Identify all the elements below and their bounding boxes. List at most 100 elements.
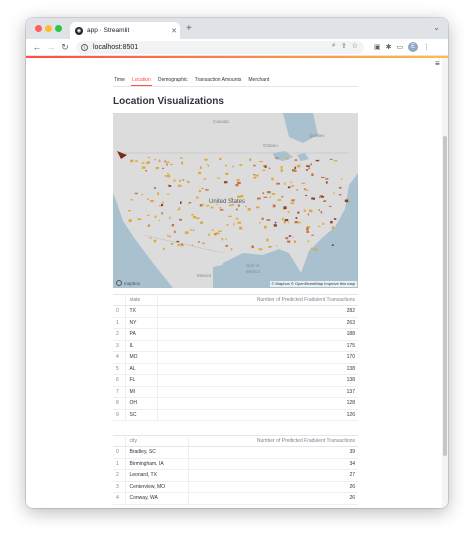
hotspot [198, 189, 201, 193]
table-header-row: state Number of Predicted Fradulent Tran… [113, 294, 358, 306]
hotspot [219, 206, 222, 209]
hotspot [253, 174, 255, 176]
map-attribution[interactable]: © Mapbox © OpenStreetMap Improve this ma… [269, 281, 357, 287]
hotspot [287, 186, 291, 189]
row-key: PA [125, 328, 158, 341]
browser-menu-icon[interactable]: ⋮ [423, 43, 430, 51]
browser-tab[interactable]: ◉ app · Streamlit ✕ [70, 22, 180, 39]
maximize-window-button[interactable] [55, 25, 62, 32]
hotspot [285, 237, 289, 240]
sidebar-panel-icon[interactable]: ▭ [397, 43, 404, 51]
index-header [113, 435, 126, 447]
hotspot [287, 240, 291, 243]
tab-transaction-amounts[interactable]: Transaction Amounts [194, 76, 243, 86]
hotspot [166, 161, 170, 163]
tab-search-chevron-icon[interactable]: ⌄ [433, 23, 440, 32]
hotspot [200, 221, 204, 224]
hotspot [266, 238, 269, 242]
row-index: 8 [113, 397, 126, 410]
count-column-header[interactable]: Number of Predicted Fradulent Transactio… [188, 435, 358, 447]
hotspot [292, 236, 294, 238]
row-key: MI [125, 386, 158, 398]
hotspot [297, 211, 300, 214]
hotspot [205, 205, 210, 207]
hotspot [135, 160, 138, 162]
hotspot [268, 167, 271, 170]
hotspot [333, 218, 337, 220]
hotspot [161, 203, 164, 207]
hotspot [147, 225, 149, 227]
hotspot [310, 163, 312, 166]
site-info-icon[interactable]: i [81, 44, 88, 51]
hotspot [266, 219, 271, 221]
address-bar[interactable]: i localhost:8501 ⌕ ⇪ ☆ [76, 41, 364, 54]
hotspot [154, 158, 156, 161]
tab-time[interactable]: Time [113, 76, 126, 86]
state-column-header[interactable]: state [125, 294, 158, 306]
fraud-location-map[interactable]: Canada Ontario Quebec United States Mexi… [113, 113, 358, 288]
hotspot [320, 211, 323, 214]
hotspot [215, 232, 219, 235]
hotspot [239, 226, 243, 230]
quebec-label: Quebec [309, 133, 325, 138]
hotspot [277, 199, 281, 201]
row-count: 126 [157, 409, 358, 421]
hotspot [306, 165, 310, 167]
row-key: FL [125, 374, 158, 387]
hotspot [166, 193, 170, 195]
profile-avatar[interactable]: E [408, 42, 419, 52]
back-button[interactable]: ← [31, 41, 43, 53]
city-column-header[interactable]: city [125, 435, 189, 447]
count-column-header[interactable]: Number of Predicted Fradulent Transactio… [157, 294, 358, 306]
browser-toolbar: ← → ↻ i localhost:8501 ⌕ ⇪ ☆ ▣ ✱ ▭ E ⋮ [26, 39, 448, 56]
url-text[interactable]: localhost:8501 [93, 44, 138, 51]
row-count: 282 [157, 305, 358, 318]
bookmark-star-icon[interactable]: ☆ [352, 42, 358, 50]
hotspot [307, 213, 310, 216]
close-window-button[interactable] [35, 25, 42, 32]
row-index: 0 [113, 305, 126, 318]
new-tab-button[interactable]: + [186, 23, 192, 35]
hotspot [261, 217, 264, 220]
hotspot [196, 217, 200, 219]
mapbox-logo[interactable]: mapbox [116, 280, 140, 286]
hotspot [190, 228, 192, 231]
row-count: 188 [157, 328, 358, 341]
row-key: SC [125, 409, 158, 421]
row-count: 263 [157, 317, 358, 329]
minimize-window-button[interactable] [45, 25, 52, 32]
ontario-label: Ontario [263, 143, 278, 148]
hotspot [271, 193, 275, 195]
hotspot [305, 169, 309, 171]
hotspot [207, 164, 210, 167]
hotspot [192, 229, 195, 231]
row-count: 137 [157, 386, 358, 398]
row-key: Leonard, TX [125, 469, 189, 482]
zoom-search-icon[interactable]: ⌕ [332, 42, 336, 50]
tab-location[interactable]: Location [130, 76, 152, 86]
hotspot [130, 159, 134, 163]
tab-close-icon[interactable]: ✕ [168, 27, 180, 35]
hotspot [128, 210, 131, 212]
hotspot [245, 205, 247, 208]
hotspot [180, 157, 183, 159]
tab-merchant[interactable]: Merchant [247, 76, 270, 86]
extensions-puzzle-icon[interactable]: ✱ [386, 43, 392, 51]
hotspot [184, 231, 189, 235]
hotspot [168, 185, 172, 187]
reload-button[interactable]: ↻ [59, 41, 71, 53]
table-row: 5 AL 138 [113, 363, 358, 375]
table-row: 8 OH 128 [113, 397, 358, 410]
hotspot [167, 172, 169, 174]
hotspot [179, 218, 182, 221]
forward-button[interactable]: → [45, 41, 57, 53]
scrollbar-thumb[interactable] [443, 136, 447, 456]
hotspot [201, 187, 204, 190]
cast-icon[interactable]: ▣ [374, 43, 381, 51]
tab-demographic[interactable]: Demographic [157, 76, 189, 86]
page-scrollbar[interactable] [442, 58, 448, 508]
hotspot [315, 159, 320, 162]
share-icon[interactable]: ⇪ [341, 42, 347, 50]
hotspot [141, 166, 146, 169]
hamburger-menu-icon[interactable]: ≡ [435, 60, 442, 68]
